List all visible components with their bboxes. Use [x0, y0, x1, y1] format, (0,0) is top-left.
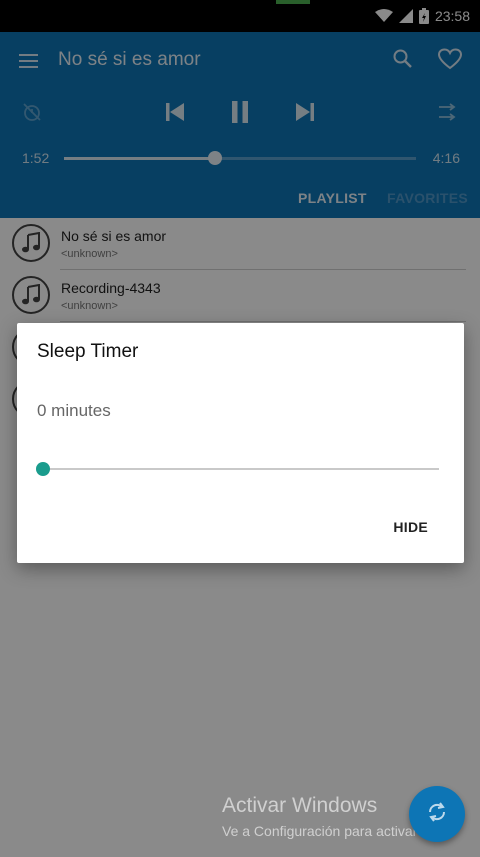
repeat-icon: [425, 800, 449, 829]
timer-slider-thumb[interactable]: [36, 462, 50, 476]
sleep-timer-dialog: Sleep Timer 0 minutes HIDE: [17, 323, 464, 563]
timer-slider-track[interactable]: [43, 468, 439, 470]
watermark-title: Activar Windows: [222, 794, 378, 817]
repeat-button[interactable]: [409, 786, 465, 842]
dialog-title: Sleep Timer: [37, 341, 139, 362]
timer-value: 0 minutes: [37, 401, 111, 420]
hide-button[interactable]: HIDE: [393, 519, 428, 535]
